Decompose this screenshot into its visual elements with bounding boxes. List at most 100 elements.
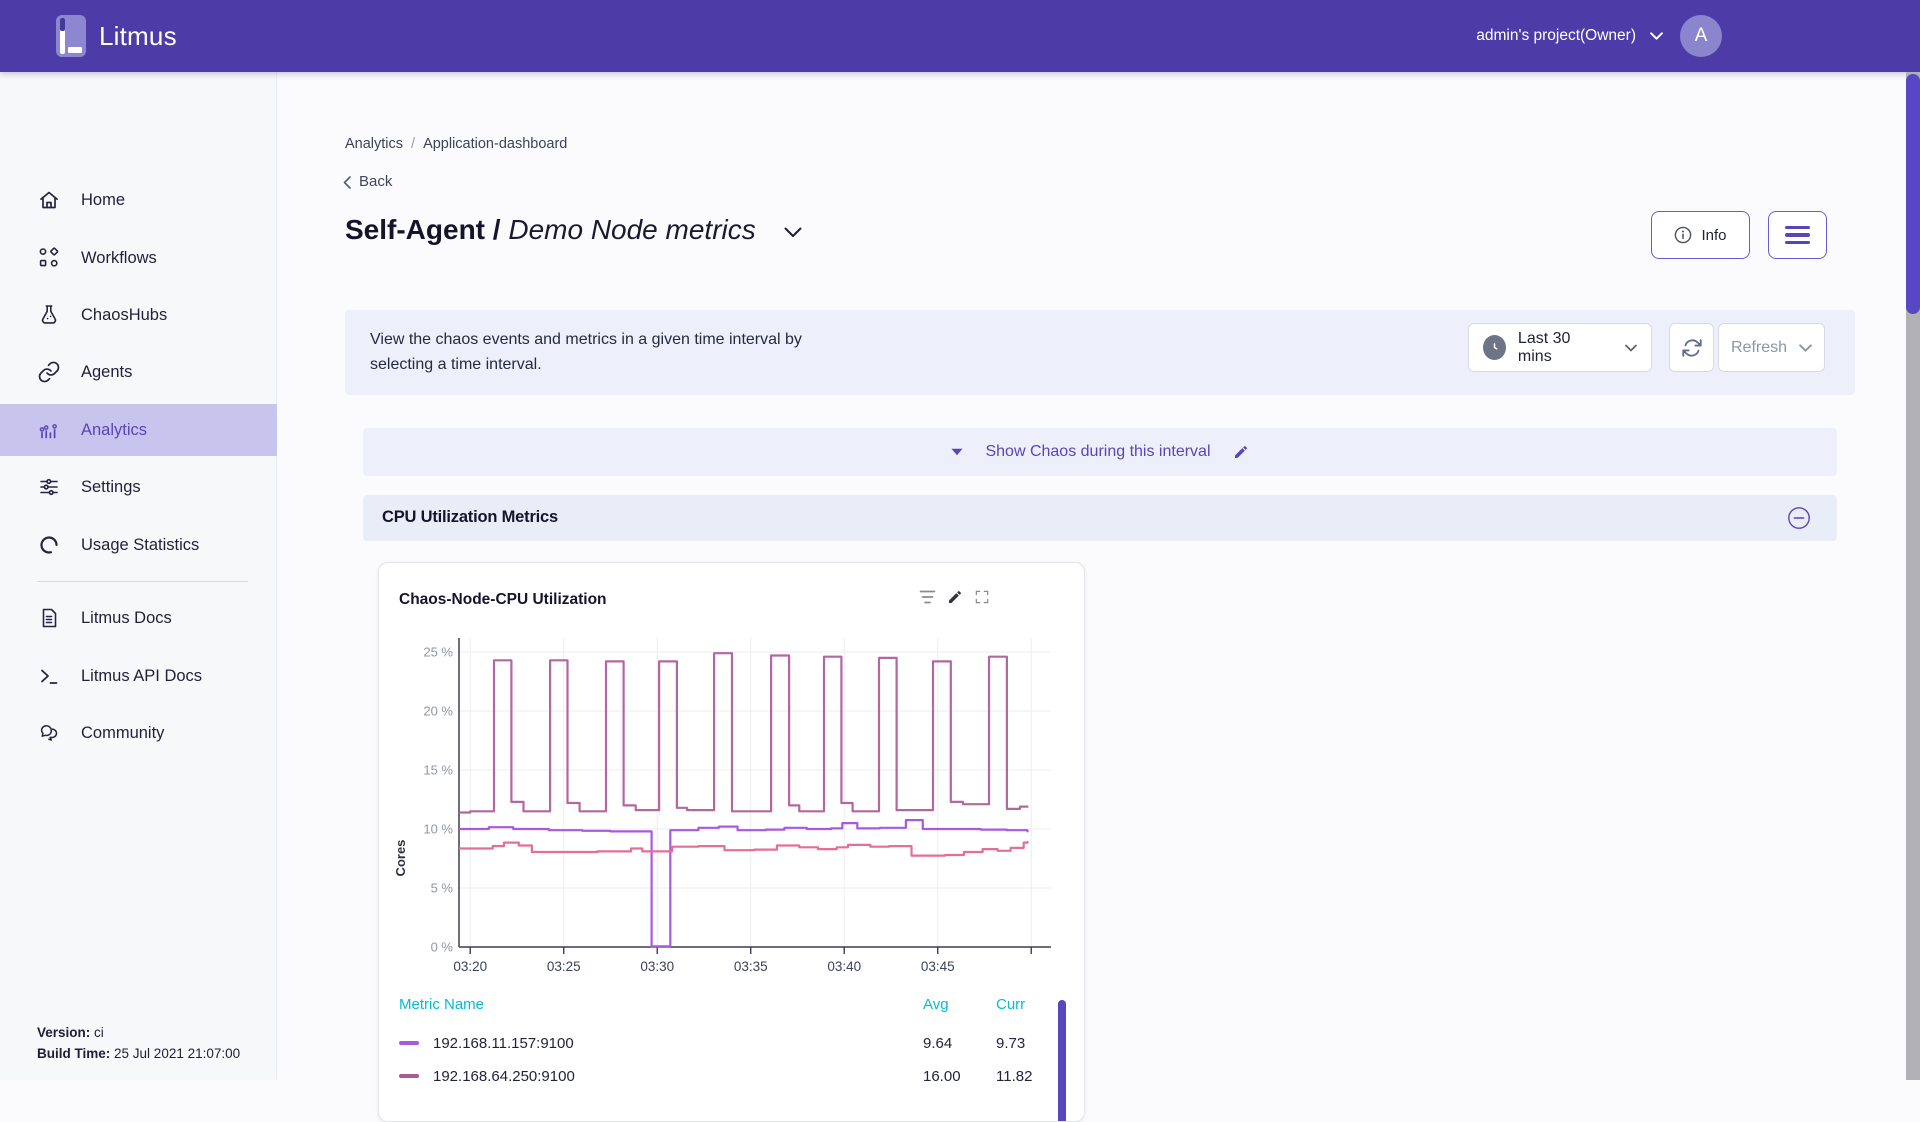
legend-header: Metric Name Avg Curr: [379, 996, 1085, 1016]
link-icon: [37, 360, 61, 384]
breadcrumb-application-dashboard[interactable]: Application-dashboard: [423, 136, 567, 152]
info-button[interactable]: Info: [1651, 211, 1750, 259]
navbar-right: admin's project(Owner) A: [1476, 0, 1722, 72]
sidebar-item-label: Litmus API Docs: [81, 667, 202, 686]
svg-text:25 %: 25 %: [423, 645, 453, 660]
section-title: CPU Utilization Metrics: [382, 508, 558, 527]
sidebar-divider: [37, 581, 248, 582]
svg-text:20 %: 20 %: [423, 704, 453, 719]
chart-card-actions: [919, 589, 990, 605]
brand-name: Litmus: [99, 21, 177, 52]
sidebar-item-litmus-docs[interactable]: Litmus Docs: [0, 592, 277, 644]
litmus-logo-icon[interactable]: [56, 15, 86, 57]
sidebar-item-label: ChaosHubs: [81, 306, 167, 325]
page-title: Self-Agent / Demo Node metrics: [345, 212, 756, 248]
sidebar-item-label: Workflows: [81, 249, 157, 268]
sidebar-item-label: Usage Statistics: [81, 536, 199, 555]
sidebar: Home Workflows ChaosHubs: [0, 72, 277, 1080]
sidebar-item-chaoshubs[interactable]: ChaosHubs: [0, 289, 277, 341]
document-icon: [37, 606, 61, 630]
svg-text:0 %: 0 %: [431, 940, 454, 955]
metric-curr: 11.82: [996, 1068, 1032, 1085]
avatar[interactable]: A: [1680, 15, 1722, 57]
version-value: ci: [94, 1025, 104, 1040]
show-chaos-row: Show Chaos during this interval: [363, 428, 1837, 476]
legend-row[interactable]: 192.168.11.157:9100 9.64 9.73: [379, 1029, 1069, 1060]
sidebar-item-agents[interactable]: Agents: [0, 346, 277, 398]
time-range-select[interactable]: Last 30 mins: [1468, 323, 1652, 372]
chevron-down-icon[interactable]: [784, 227, 802, 238]
caret-down-icon[interactable]: [951, 448, 963, 456]
page-scrollbar-thumb[interactable]: [1906, 74, 1920, 314]
refresh-now-button[interactable]: [1669, 323, 1714, 372]
sidebar-item-label: Community: [81, 724, 164, 743]
page-scrollbar[interactable]: [1906, 72, 1920, 1080]
sidebar-item-label: Analytics: [81, 421, 147, 440]
svg-text:03:35: 03:35: [734, 959, 768, 974]
cpu-chart-svg[interactable]: 0 %5 %10 %15 %20 %25 %03:2003:2503:3003:…: [379, 633, 1085, 998]
dashboard-menu-button[interactable]: [1768, 211, 1827, 259]
edit-pencil-icon[interactable]: [1233, 444, 1249, 460]
back-button[interactable]: Back: [343, 172, 392, 192]
chevron-left-icon: [343, 176, 351, 189]
series-swatch: [399, 1041, 419, 1045]
show-chaos-label[interactable]: Show Chaos during this interval: [985, 443, 1210, 461]
svg-text:03:45: 03:45: [921, 959, 955, 974]
sidebar-item-workflows[interactable]: Workflows: [0, 232, 277, 284]
cpu-utilization-section-header: CPU Utilization Metrics: [363, 495, 1837, 541]
legend-row[interactable]: 192.168.64.250:9100 16.00 11.82: [379, 1062, 1069, 1093]
main-content: Analytics / Application-dashboard Back S…: [277, 72, 1920, 1080]
sliders-icon: [37, 475, 61, 499]
cpu-chart: 0 %5 %10 %15 %20 %25 %03:2003:2503:3003:…: [379, 633, 1085, 998]
refresh-interval-label: Refresh: [1731, 339, 1787, 357]
interval-info-bar: View the chaos events and metrics in a g…: [345, 310, 1855, 395]
sidebar-item-analytics[interactable]: Analytics: [0, 404, 277, 456]
sidebar-item-litmus-api-docs[interactable]: Litmus API Docs: [0, 650, 277, 702]
workflows-icon: [37, 246, 61, 270]
analytics-icon: [37, 418, 61, 442]
metric-avg: 9.64: [923, 1035, 952, 1052]
project-selector-label: admin's project(Owner): [1476, 27, 1636, 45]
sidebar-item-home[interactable]: Home: [0, 174, 277, 226]
legend-col-curr: Curr: [996, 996, 1025, 1013]
refresh-interval-select[interactable]: Refresh: [1718, 323, 1825, 372]
svg-text:Cores: Cores: [393, 840, 408, 877]
sidebar-item-label: Agents: [81, 363, 132, 382]
svg-text:03:25: 03:25: [547, 959, 581, 974]
version-label: Version:: [37, 1025, 90, 1040]
legend-col-metric: Metric Name: [399, 996, 484, 1013]
filter-lines-icon[interactable]: [919, 590, 936, 604]
breadcrumb-separator: /: [411, 136, 415, 152]
legend-col-avg: Avg: [923, 996, 949, 1013]
sidebar-item-community[interactable]: Community: [0, 707, 277, 759]
metric-avg: 16.00: [923, 1068, 961, 1085]
flask-icon: [37, 303, 61, 327]
metric-curr: 9.73: [996, 1035, 1025, 1052]
chart-card: Chaos-Node-CPU Utilization 0 %5 %10 %15 …: [378, 562, 1085, 1122]
svg-text:5 %: 5 %: [431, 881, 454, 896]
info-icon: [1674, 226, 1692, 244]
interval-description: View the chaos events and metrics in a g…: [370, 327, 802, 377]
edit-pencil-icon[interactable]: [947, 589, 963, 605]
breadcrumb-analytics[interactable]: Analytics: [345, 136, 403, 152]
expand-icon[interactable]: [974, 589, 990, 605]
terminal-icon: [37, 664, 61, 688]
sidebar-item-label: Litmus Docs: [81, 609, 172, 628]
metric-name: 192.168.11.157:9100: [433, 1035, 574, 1052]
chevron-down-icon: [1650, 32, 1663, 40]
back-label: Back: [359, 172, 392, 192]
svg-text:15 %: 15 %: [423, 763, 453, 778]
home-icon: [37, 188, 61, 212]
hamburger-icon: [1785, 226, 1810, 230]
legend-scrollbar[interactable]: [1058, 1000, 1066, 1122]
sidebar-item-usage-statistics[interactable]: Usage Statistics: [0, 519, 277, 571]
avatar-initial: A: [1695, 25, 1708, 47]
project-selector[interactable]: admin's project(Owner): [1476, 27, 1663, 45]
svg-text:03:30: 03:30: [640, 959, 674, 974]
refresh-icon: [1681, 337, 1703, 359]
metric-name: 192.168.64.250:9100: [433, 1068, 575, 1085]
collapse-minus-icon[interactable]: [1787, 506, 1811, 530]
chevron-down-icon: [1799, 344, 1812, 352]
sidebar-item-settings[interactable]: Settings: [0, 461, 277, 513]
top-navbar: Litmus admin's project(Owner) A: [0, 0, 1920, 72]
